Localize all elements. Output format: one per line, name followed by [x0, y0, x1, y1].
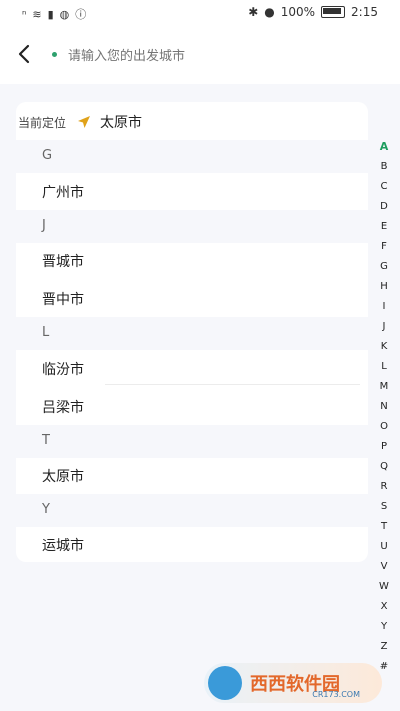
- clock: 2:15: [351, 5, 378, 19]
- index-letter[interactable]: X: [372, 597, 396, 617]
- index-letter[interactable]: U: [372, 537, 396, 557]
- status-icons-left: ⁿ ≋ ▮ ◍ ⓘ: [22, 6, 86, 22]
- search-dot-icon: [52, 52, 57, 57]
- index-letter[interactable]: D: [372, 197, 396, 217]
- city-item[interactable]: 运城市: [16, 525, 368, 563]
- battery-level: 100%: [280, 5, 316, 19]
- index-letter[interactable]: I: [372, 297, 396, 317]
- index-letter[interactable]: W: [372, 577, 396, 597]
- index-letter[interactable]: Z: [372, 637, 396, 657]
- city-item[interactable]: 吕梁市: [16, 387, 368, 425]
- index-letter[interactable]: O: [372, 417, 396, 437]
- search-header: [0, 26, 400, 84]
- index-letter[interactable]: B: [372, 157, 396, 177]
- wifi-icon: ≋: [32, 7, 42, 21]
- vpn-icon: ◍: [59, 7, 70, 21]
- signal-icon: ⁿ: [22, 7, 27, 21]
- index-letter[interactable]: T: [372, 517, 396, 537]
- index-letter[interactable]: F: [372, 237, 396, 257]
- watermark-logo-icon: [208, 666, 242, 700]
- navigation-arrow-icon: [78, 116, 91, 128]
- index-letter[interactable]: C: [372, 177, 396, 197]
- section-header-t: T: [16, 425, 368, 458]
- index-letter[interactable]: E: [372, 217, 396, 237]
- battery-icon: [321, 6, 346, 18]
- search-input[interactable]: [66, 43, 370, 69]
- section-header-l: L: [16, 317, 368, 350]
- status-icons-right: ✱ ● 100% 2:15: [248, 5, 378, 19]
- current-location: 当前定位 太原市: [18, 110, 142, 134]
- index-letter[interactable]: K: [372, 337, 396, 357]
- index-letter[interactable]: H: [372, 277, 396, 297]
- divider: [105, 384, 360, 385]
- city-item[interactable]: 晋城市: [16, 241, 368, 279]
- index-letter[interactable]: Q: [372, 457, 396, 477]
- index-letter[interactable]: R: [372, 477, 396, 497]
- status-bar: ⁿ ≋ ▮ ◍ ⓘ ✱ ● 100% 2:15: [0, 0, 400, 26]
- city-item[interactable]: 临汾市: [16, 349, 368, 387]
- back-button[interactable]: [12, 39, 36, 69]
- section-header-y: Y: [16, 494, 368, 527]
- section-header-j: J: [16, 210, 368, 243]
- watermark-subtitle: CR173.COM: [312, 690, 360, 699]
- city-item[interactable]: 晋中市: [16, 279, 368, 317]
- index-letter[interactable]: G: [372, 257, 396, 277]
- bluetooth-icon: ✱: [248, 5, 259, 19]
- location-icon: ●: [264, 5, 275, 19]
- current-location-label: 当前定位: [18, 115, 67, 130]
- index-letter[interactable]: V: [372, 557, 396, 577]
- index-letter[interactable]: P: [372, 437, 396, 457]
- alert-icon: ⓘ: [75, 8, 87, 21]
- city-item[interactable]: 广州市: [16, 172, 368, 210]
- sim-icon: ▮: [47, 7, 54, 21]
- section-header-g: G: [16, 140, 368, 173]
- index-letter[interactable]: J: [372, 317, 396, 337]
- index-letter[interactable]: A: [372, 137, 396, 157]
- index-letter[interactable]: M: [372, 377, 396, 397]
- city-item[interactable]: 太原市: [16, 456, 368, 494]
- index-letter[interactable]: N: [372, 397, 396, 417]
- chevron-left-icon: [18, 44, 30, 64]
- watermark-logo: 西西软件园 CR173.COM: [204, 663, 382, 703]
- index-letter[interactable]: S: [372, 497, 396, 517]
- index-letter[interactable]: L: [372, 357, 396, 377]
- index-letter[interactable]: Y: [372, 617, 396, 637]
- current-location-city[interactable]: 太原市: [100, 112, 142, 132]
